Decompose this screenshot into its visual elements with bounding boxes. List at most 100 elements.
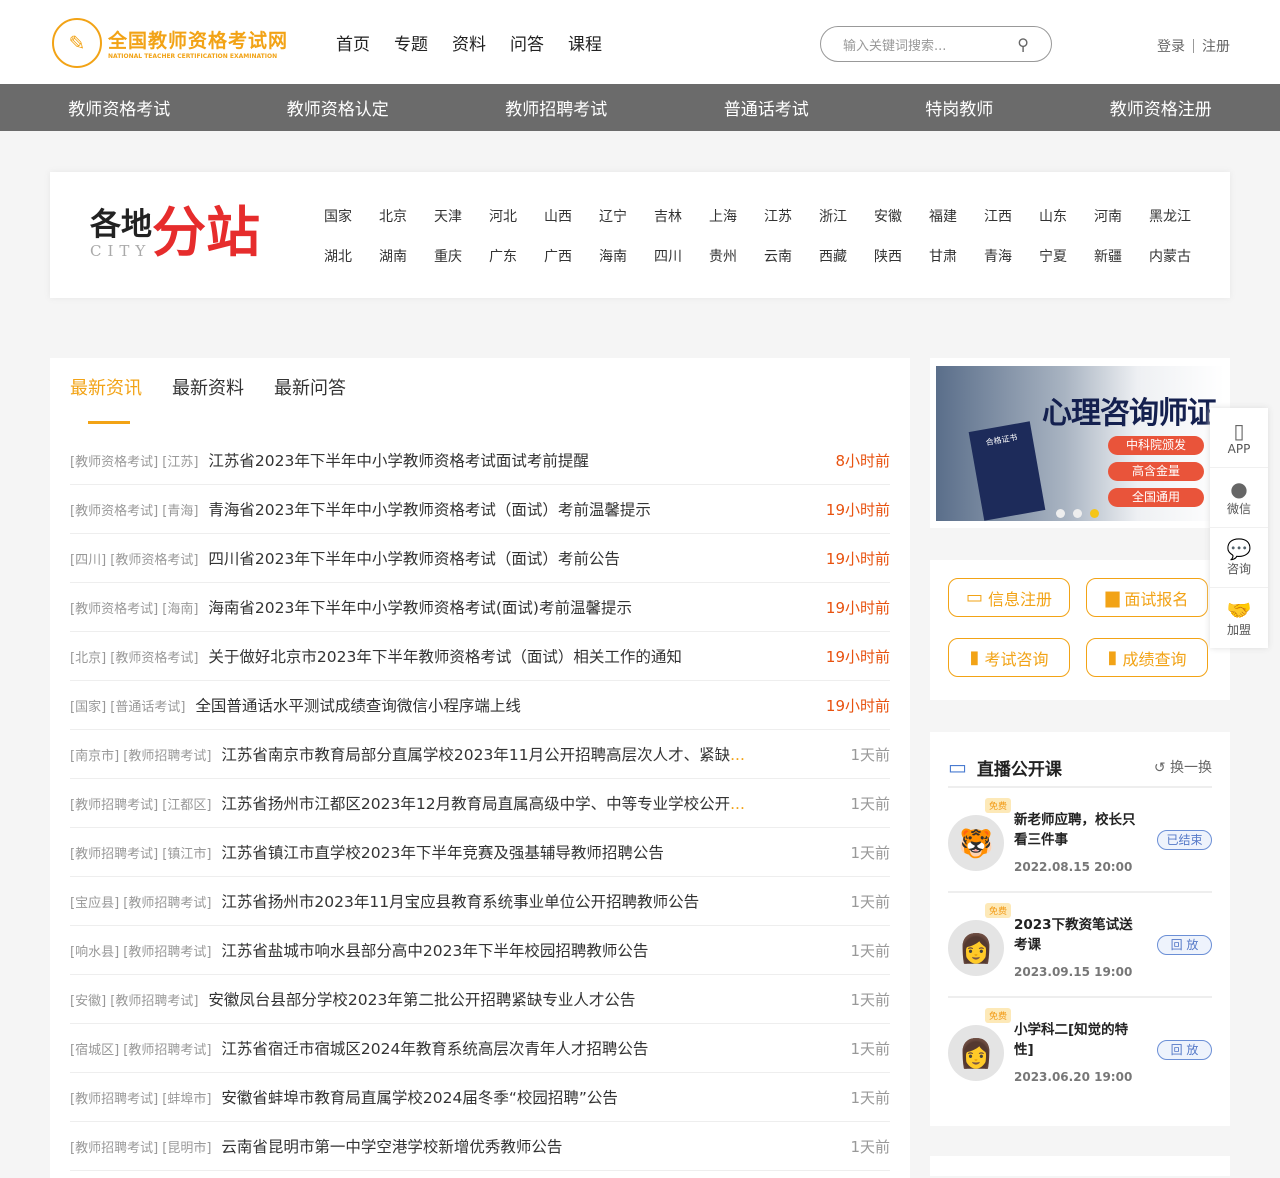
tab-latest-news[interactable]: 最新资讯 <box>70 374 142 424</box>
news-tags[interactable]: [北京] [教师资格考试] <box>70 647 198 666</box>
category-nav-item[interactable]: 普通话考试 <box>724 95 809 120</box>
news-tags[interactable]: [教师招聘考试] [昆明市] <box>70 1137 211 1156</box>
news-tags[interactable]: [教师招聘考试] [镇江市] <box>70 843 211 862</box>
city-link[interactable]: 湖北 <box>324 246 379 266</box>
city-link[interactable]: 陕西 <box>874 246 929 266</box>
course-title[interactable]: 新老师应聘，校长只看三件事 <box>1014 810 1144 850</box>
course-item[interactable]: 👩 免费 2023下教资笔试送考课 2023.09.15 19:00 回 放 <box>948 893 1212 998</box>
news-tags[interactable]: [教师招聘考试] [江都区] <box>70 794 211 813</box>
news-tags[interactable]: [四川] [教师资格考试] <box>70 549 198 568</box>
category-nav-item[interactable]: 教师资格考试 <box>68 95 170 120</box>
news-row[interactable]: [四川] [教师资格考试] 四川省2023年下半年中小学教师资格考试（面试）考前公… <box>70 534 890 583</box>
city-link[interactable]: 江苏 <box>764 206 819 226</box>
login-link[interactable]: 登录 <box>1157 39 1185 55</box>
course-title[interactable]: 2023下教资笔试送考课 <box>1014 915 1144 955</box>
city-link[interactable]: 云南 <box>764 246 819 266</box>
news-tags[interactable]: [教师资格考试] [海南] <box>70 598 198 617</box>
nav-topics[interactable]: 专题 <box>394 30 428 55</box>
city-link[interactable]: 吉林 <box>654 206 709 226</box>
news-row[interactable]: [安徽] [教师招聘考试] 安徽凤台县部分学校2023年第二批公开招聘紧缺专业人才… <box>70 975 890 1024</box>
city-link[interactable]: 上海 <box>709 206 764 226</box>
news-row[interactable]: [北京] [教师资格考试] 关于做好北京市2023年下半年教师资格考试（面试）相关… <box>70 632 890 681</box>
city-link[interactable]: 四川 <box>654 246 709 266</box>
news-row[interactable]: [宿城区] [教师招聘考试] 江苏省宿迁市宿城区2024年教育系统高层次青年人才招… <box>70 1024 890 1073</box>
city-link[interactable]: 广东 <box>489 246 544 266</box>
category-nav-item[interactable]: 特岗教师 <box>925 95 993 120</box>
nav-home[interactable]: 首页 <box>336 30 370 55</box>
course-status-button[interactable]: 回 放 <box>1157 1040 1212 1060</box>
news-tags[interactable]: [宿城区] [教师招聘考试] <box>70 1039 211 1058</box>
news-tags[interactable]: [安徽] [教师招聘考试] <box>70 990 198 1009</box>
interview-signup-button[interactable]: ▆ 面试报名 <box>1086 578 1208 617</box>
news-tags[interactable]: [南京市] [教师招聘考试] <box>70 745 211 764</box>
city-link[interactable]: 湖南 <box>379 246 434 266</box>
news-tags[interactable]: [宝应县] [教师招聘考试] <box>70 892 211 911</box>
nav-materials[interactable]: 资料 <box>452 30 486 55</box>
news-title-link[interactable]: 关于做好北京市2023年下半年教师资格考试（面试）相关工作的通知 <box>208 645 681 667</box>
news-title-link[interactable]: 安徽凤台县部分学校2023年第二批公开招聘紧缺专业人才公告 <box>208 988 635 1010</box>
course-title[interactable]: 小学科二[知觉的特性] <box>1014 1020 1144 1060</box>
city-link[interactable]: 宁夏 <box>1039 246 1094 266</box>
news-title-link[interactable]: 江苏省宿迁市宿城区2024年教育系统高层次青年人才招聘公告 <box>221 1037 648 1059</box>
news-tags[interactable]: [教师招聘考试] [蚌埠市] <box>70 1088 211 1107</box>
news-title-link[interactable]: 江苏省南京市教育局部分直属学校2023年11月公开招聘高层次人才、紧缺... <box>221 743 744 765</box>
news-title-link[interactable]: 江苏省扬州市江都区2023年12月教育局直属高级中学、中等专业学校公开... <box>221 792 744 814</box>
city-link[interactable]: 贵州 <box>709 246 764 266</box>
city-link[interactable]: 黑龙江 <box>1149 206 1204 226</box>
course-item[interactable]: 👩 免费 小学科二[知觉的特性] 2023.06.20 19:00 回 放 <box>948 998 1212 1103</box>
city-link[interactable]: 福建 <box>929 206 984 226</box>
news-title-link[interactable]: 安徽省蚌埠市教育局直属学校2024届冬季“校园招聘”公告 <box>221 1086 618 1108</box>
search-icon[interactable]: ⚲ <box>1017 35 1029 54</box>
city-link[interactable]: 西藏 <box>819 246 874 266</box>
news-title-link[interactable]: 江苏省2023年下半年中小学教师资格考试面试考前提醒 <box>208 449 588 471</box>
site-logo[interactable]: ✎ 全国教师资格考试网 NATIONAL TEACHER CERTIFICATI… <box>52 18 288 68</box>
side-consult[interactable]: 💬 咨询 <box>1210 528 1268 588</box>
news-title-link[interactable]: 云南省昆明市第一中学空港学校新增优秀教师公告 <box>221 1135 562 1157</box>
side-app[interactable]: ▯ APP <box>1210 408 1268 468</box>
news-row[interactable]: [国家] [普通话考试] 全国普通话水平测试成绩查询微信小程序端上线 19小时前 <box>70 681 890 730</box>
news-tags[interactable]: [教师资格考试] [青海] <box>70 500 198 519</box>
news-row[interactable]: [教师资格考试] [青海] 青海省2023年下半年中小学教师资格考试（面试）考前温… <box>70 485 890 534</box>
city-link[interactable]: 江西 <box>984 206 1039 226</box>
news-row[interactable]: [宝应县] [教师招聘考试] 江苏省扬州市2023年11月宝应县教育系统事业单位公… <box>70 877 890 926</box>
city-link[interactable]: 安徽 <box>874 206 929 226</box>
search-input[interactable]: 输入关键词搜索... ⚲ <box>820 26 1052 62</box>
news-row[interactable]: [教师招聘考试] [昆明市] 云南省昆明市第一中学空港学校新增优秀教师公告 1天前 <box>70 1122 890 1171</box>
carousel-dot[interactable] <box>1056 509 1065 518</box>
city-link[interactable]: 山西 <box>544 206 599 226</box>
news-row[interactable]: [教师资格考试] [海南] 海南省2023年下半年中小学教师资格考试(面试)考前温… <box>70 583 890 632</box>
news-tags[interactable]: [响水县] [教师招聘考试] <box>70 941 211 960</box>
city-link[interactable]: 国家 <box>324 206 379 226</box>
register-link[interactable]: 注册 <box>1202 39 1230 55</box>
city-link[interactable]: 河南 <box>1094 206 1149 226</box>
city-link[interactable]: 北京 <box>379 206 434 226</box>
course-status-button[interactable]: 已结束 <box>1157 830 1212 850</box>
city-link[interactable]: 甘肃 <box>929 246 984 266</box>
city-link[interactable]: 内蒙古 <box>1149 246 1204 266</box>
side-join[interactable]: 🤝 加盟 <box>1210 588 1268 648</box>
side-wechat[interactable]: ● 微信 <box>1210 468 1268 528</box>
exam-consult-button[interactable]: ▮ 考试咨询 <box>948 638 1070 677</box>
news-title-link[interactable]: 海南省2023年下半年中小学教师资格考试(面试)考前温馨提示 <box>208 596 632 618</box>
category-nav-item[interactable]: 教师资格注册 <box>1110 95 1212 120</box>
city-link[interactable]: 新疆 <box>1094 246 1149 266</box>
news-row[interactable]: [南京市] [教师招聘考试] 江苏省南京市教育局部分直属学校2023年11月公开招… <box>70 730 890 779</box>
tab-latest-materials[interactable]: 最新资料 <box>172 374 244 424</box>
carousel-dot-active[interactable] <box>1090 509 1099 518</box>
banner-carousel[interactable]: 合格证书 心理咨询师证 中科院颁发 高含金量 全国通用 <box>930 358 1230 528</box>
tab-latest-qa[interactable]: 最新问答 <box>274 374 346 424</box>
city-link[interactable]: 海南 <box>599 246 654 266</box>
city-link[interactable]: 浙江 <box>819 206 874 226</box>
carousel-dot[interactable] <box>1073 509 1082 518</box>
news-title-link[interactable]: 江苏省镇江市直学校2023年下半年竞赛及强基辅导教师招聘公告 <box>221 841 663 863</box>
news-title-link[interactable]: 四川省2023年下半年中小学教师资格考试（面试）考前公告 <box>208 547 619 569</box>
course-status-button[interactable]: 回 放 <box>1157 935 1212 955</box>
city-link[interactable]: 山东 <box>1039 206 1094 226</box>
category-nav-item[interactable]: 教师资格认定 <box>287 95 389 120</box>
news-title-link[interactable]: 青海省2023年下半年中小学教师资格考试（面试）考前温馨提示 <box>208 498 650 520</box>
score-query-button[interactable]: ▮ 成绩查询 <box>1086 638 1208 677</box>
city-link[interactable]: 天津 <box>434 206 489 226</box>
city-link[interactable]: 青海 <box>984 246 1039 266</box>
city-link[interactable]: 河北 <box>489 206 544 226</box>
city-link[interactable]: 广西 <box>544 246 599 266</box>
